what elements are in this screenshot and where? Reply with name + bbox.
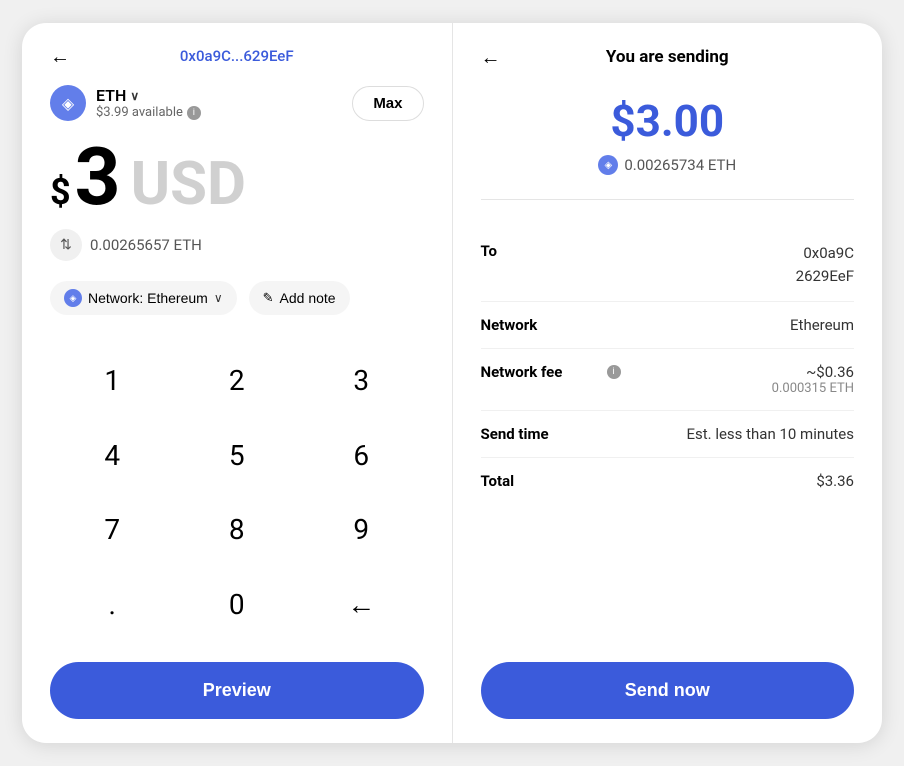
- left-header: ← 0x0a9C...629EeF: [50, 47, 424, 65]
- total-row: Total $3.36: [481, 458, 855, 504]
- network-detail-value: Ethereum: [790, 316, 854, 334]
- numpad-key-2[interactable]: 2: [175, 343, 300, 418]
- network-detail-label: Network: [481, 316, 601, 334]
- network-label: Network: Ethereum: [88, 290, 208, 306]
- token-balance: $3.99 available i: [96, 105, 201, 120]
- preview-button[interactable]: Preview: [50, 662, 424, 719]
- numpad: 1 2 3 4 5 6 7 8 9 . 0 ←: [50, 343, 424, 642]
- to-label: To: [481, 242, 601, 260]
- numpad-key-backspace[interactable]: ←: [299, 567, 424, 642]
- send-eth-amount: 0.00265734 ETH: [624, 156, 736, 174]
- left-panel: ← 0x0a9C...629EeF ◈ ETH ∨ $3.99 availabl…: [22, 23, 453, 743]
- send-eth-icon: ◈: [598, 155, 618, 175]
- fee-label: Network fee: [481, 363, 601, 381]
- amount-display: $ 3 USD: [50, 137, 424, 217]
- eth-logo-icon: ◈: [50, 85, 86, 121]
- fee-row: Network fee i ~$0.36 0.000315 ETH: [481, 349, 855, 411]
- token-name[interactable]: ETH ∨: [96, 86, 201, 105]
- add-note-button[interactable]: ✎ Add note: [249, 281, 350, 315]
- right-panel: ← You are sending $3.00 ◈ 0.00265734 ETH…: [453, 23, 883, 743]
- balance-info-icon: i: [187, 106, 201, 120]
- amount-number: 3: [75, 137, 121, 217]
- send-now-button[interactable]: Send now: [481, 662, 855, 719]
- convert-icon[interactable]: ⇅: [50, 229, 82, 261]
- total-label: Total: [481, 472, 601, 490]
- right-title: You are sending: [606, 47, 729, 67]
- max-button[interactable]: Max: [352, 86, 423, 121]
- token-chevron-icon: ∨: [130, 89, 139, 103]
- send-amount-section: $3.00 ◈ 0.00265734 ETH: [481, 95, 855, 200]
- to-address: 0x0a9C 2629EeF: [796, 242, 854, 287]
- numpad-key-4[interactable]: 4: [50, 418, 175, 493]
- fee-value-group: ~$0.36 0.000315 ETH: [772, 363, 854, 396]
- eth-conversion-row: ⇅ 0.00265657 ETH: [50, 229, 424, 261]
- token-details: ETH ∨ $3.99 available i: [96, 86, 201, 120]
- add-note-label: Add note: [280, 290, 336, 306]
- right-header: ← You are sending: [481, 47, 855, 67]
- send-time-row: Send time Est. less than 10 minutes: [481, 411, 855, 458]
- numpad-key-3[interactable]: 3: [299, 343, 424, 418]
- send-time-value: Est. less than 10 minutes: [686, 425, 854, 443]
- network-button[interactable]: ◈ Network: Ethereum ∨: [50, 281, 237, 315]
- fee-label-group: Network fee i: [481, 363, 621, 381]
- numpad-key-7[interactable]: 7: [50, 493, 175, 568]
- fee-eth-value: 0.000315 ETH: [772, 381, 854, 396]
- network-icon: ◈: [64, 289, 82, 307]
- wallet-address[interactable]: 0x0a9C...629EeF: [180, 47, 294, 65]
- numpad-key-8[interactable]: 8: [175, 493, 300, 568]
- send-time-label: Send time: [481, 425, 601, 443]
- token-info: ◈ ETH ∨ $3.99 available i: [50, 85, 201, 121]
- options-row: ◈ Network: Ethereum ∨ ✎ Add note: [50, 281, 424, 315]
- right-back-button[interactable]: ←: [481, 45, 501, 70]
- network-chevron-icon: ∨: [214, 291, 223, 305]
- numpad-key-5[interactable]: 5: [175, 418, 300, 493]
- fee-info-icon: i: [607, 365, 621, 379]
- numpad-key-6[interactable]: 6: [299, 418, 424, 493]
- numpad-key-0[interactable]: 0: [175, 567, 300, 642]
- total-value: $3.36: [816, 472, 854, 490]
- fee-usd-value: ~$0.36: [772, 363, 854, 381]
- left-back-button[interactable]: ←: [50, 44, 70, 69]
- details-section: To 0x0a9C 2629EeF Network Ethereum Netwo…: [481, 228, 855, 642]
- pencil-icon: ✎: [263, 290, 274, 306]
- to-row: To 0x0a9C 2629EeF: [481, 228, 855, 302]
- send-eth-row: ◈ 0.00265734 ETH: [481, 155, 855, 175]
- send-usd-amount: $3.00: [481, 95, 855, 147]
- network-row: Network Ethereum: [481, 302, 855, 349]
- numpad-key-1[interactable]: 1: [50, 343, 175, 418]
- token-row: ◈ ETH ∨ $3.99 available i Max: [50, 85, 424, 121]
- numpad-key-dot[interactable]: .: [50, 567, 175, 642]
- numpad-key-9[interactable]: 9: [299, 493, 424, 568]
- currency-label: USD: [131, 154, 247, 214]
- dollar-sign: $: [50, 171, 71, 213]
- eth-conversion-amount: 0.00265657 ETH: [90, 236, 202, 254]
